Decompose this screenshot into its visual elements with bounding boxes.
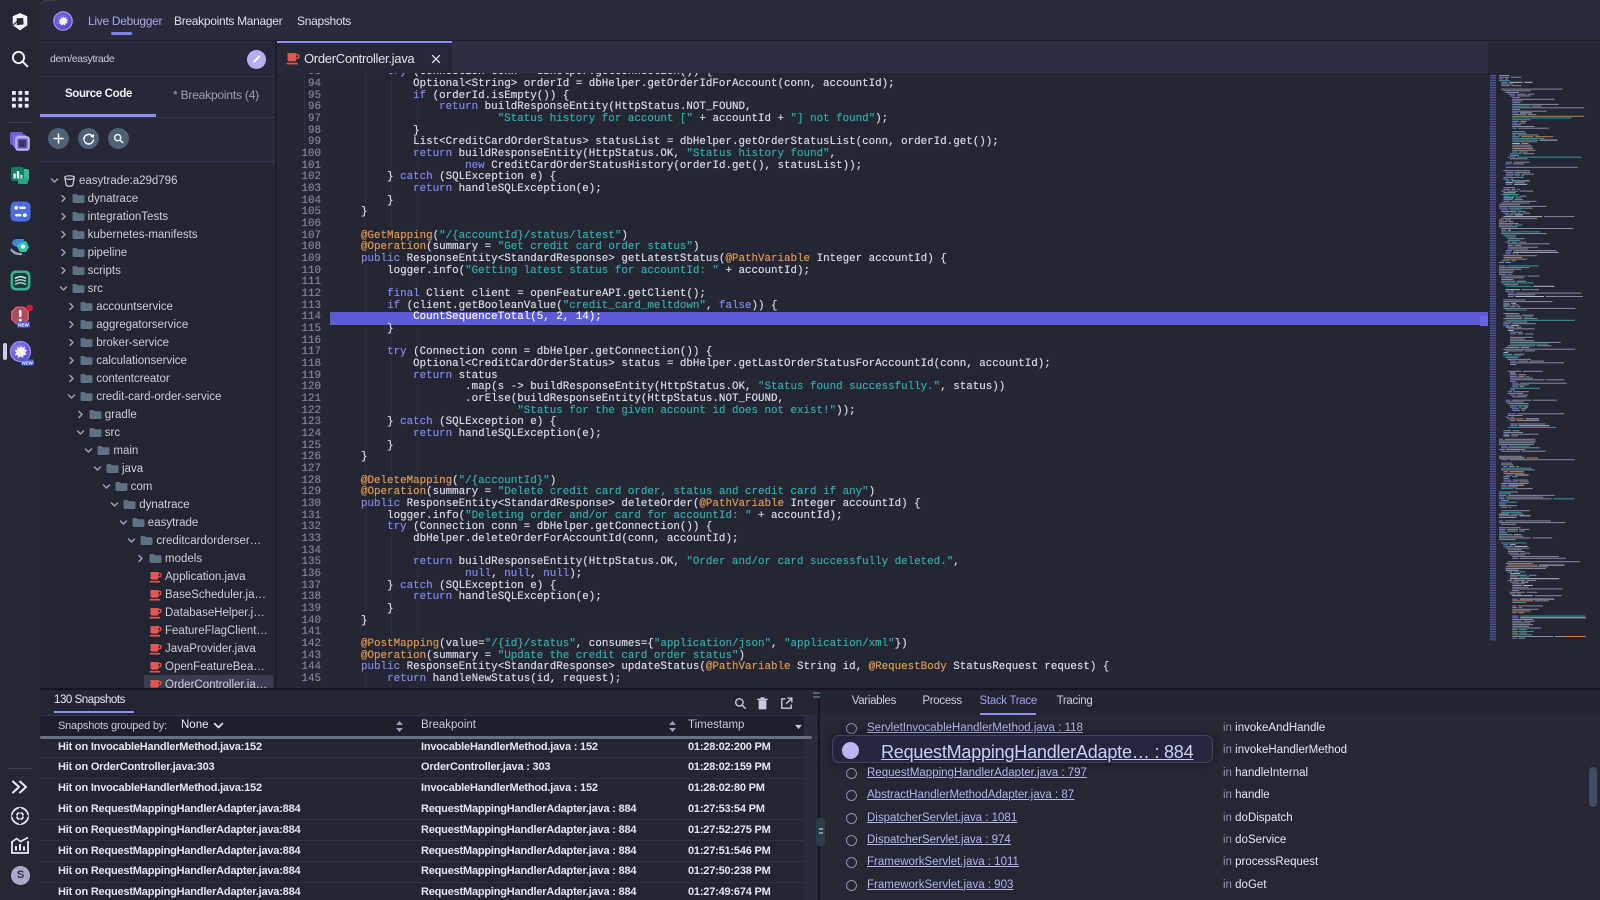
svg-text:NEW: NEW	[18, 322, 29, 327]
svg-text:NEW: NEW	[22, 360, 33, 365]
